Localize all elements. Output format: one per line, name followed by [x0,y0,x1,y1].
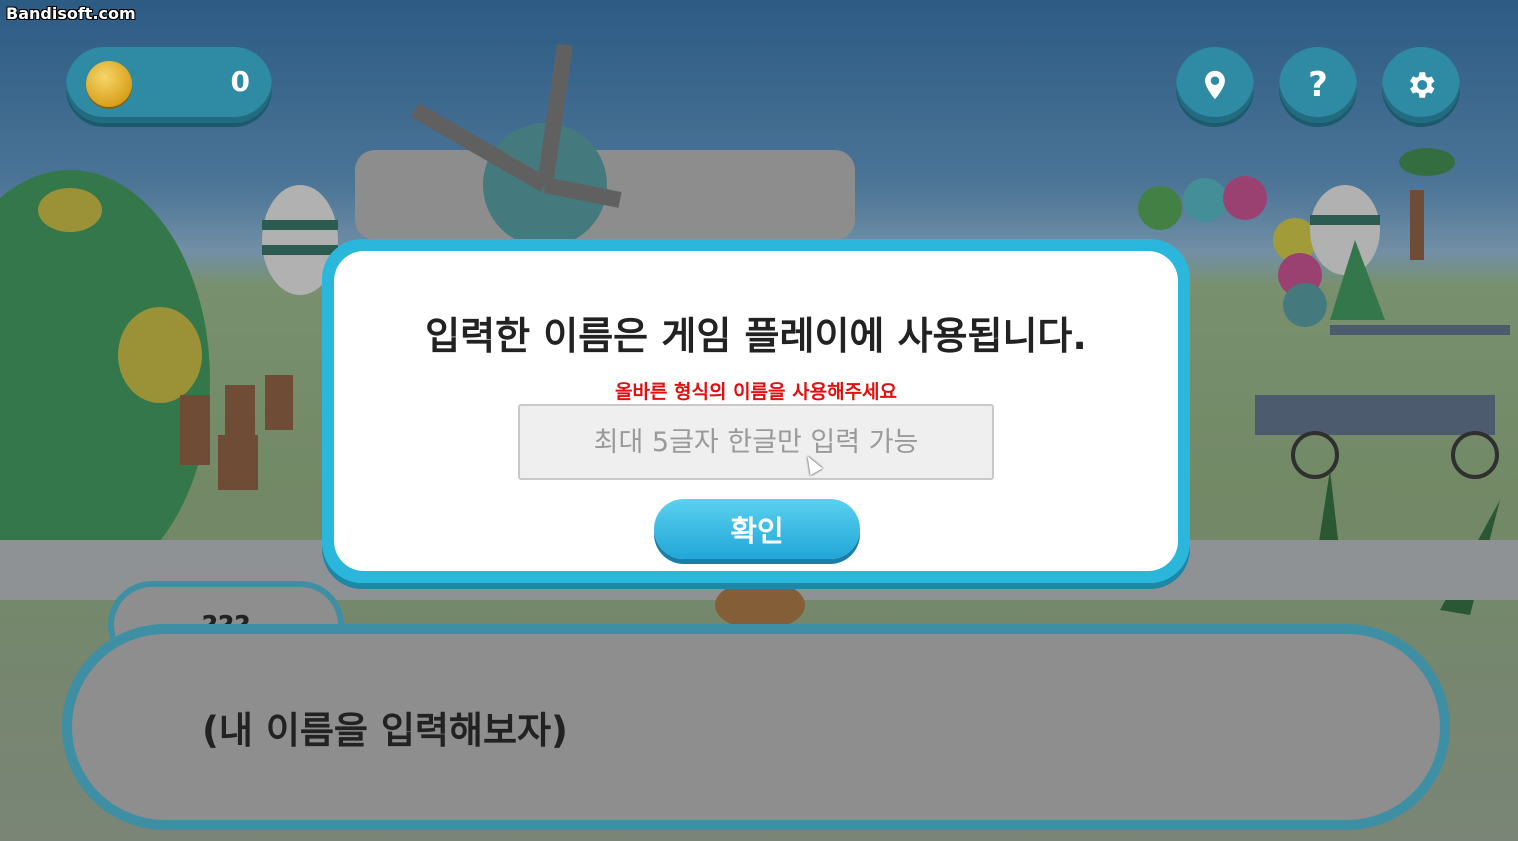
map-pin-icon [1205,70,1225,100]
watermark-label: Bandisoft.com [6,4,136,23]
coin-counter: 0 [66,47,272,123]
help-button[interactable]: ? [1279,47,1357,123]
help-icon: ? [1308,65,1328,105]
map-button[interactable] [1176,47,1254,123]
settings-button[interactable] [1382,47,1460,123]
confirm-button[interactable]: 확인 [654,499,860,559]
validation-error: 올바른 형식의 이름을 사용해주세요 [614,381,898,403]
gear-icon [1410,72,1435,98]
dialog-box[interactable]: (내 이름을 입력해보자) [62,624,1450,830]
name-entry-modal: 입력한 이름은 게임 플레이에 사용됩니다. 올바른 형식의 이름을 사용해주세… [322,239,1190,583]
modal-panel: 입력한 이름은 게임 플레이에 사용됩니다. 올바른 형식의 이름을 사용해주세… [334,251,1178,571]
name-input[interactable] [518,404,994,480]
dialog-text: (내 이름을 입력해보자) [72,634,1440,820]
coin-count: 0 [230,65,250,98]
modal-title: 입력한 이름은 게임 플레이에 사용됩니다. [425,314,1087,358]
coin-icon [86,61,132,107]
